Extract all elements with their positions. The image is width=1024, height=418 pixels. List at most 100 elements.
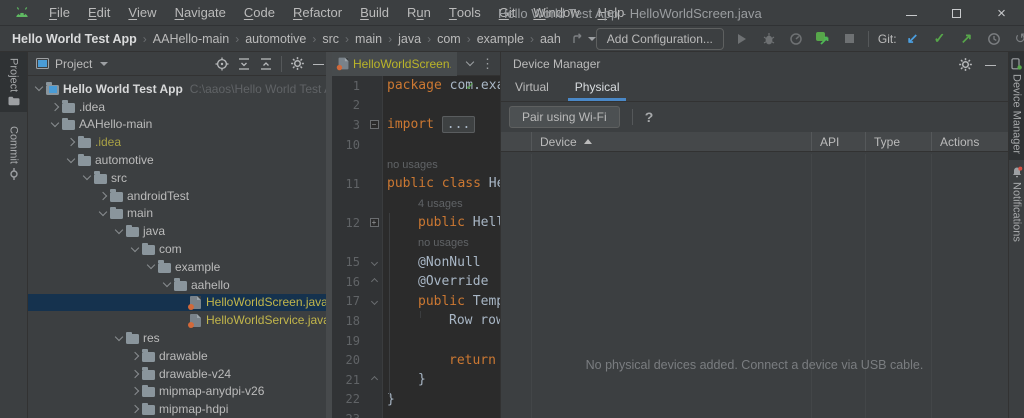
gear-icon[interactable] [290,56,305,71]
breadcrumb-item[interactable]: com [437,32,461,46]
help-icon[interactable]: ? [645,109,654,125]
chevron-collapsed-icon[interactable] [128,353,142,359]
history-clock-icon[interactable] [985,30,1003,48]
kebab-icon[interactable]: ⋮ [481,56,494,72]
pair-wifi-button[interactable]: Pair using Wi-Fi [509,106,620,128]
tree-item[interactable]: drawable-v24 [28,365,326,383]
chevron-collapsed-icon[interactable] [48,104,62,110]
close-button[interactable]: × [979,0,1024,26]
tree-item[interactable]: res [28,329,326,347]
stripe-tab-commit[interactable]: Commit [0,120,27,186]
column-actions[interactable]: Actions [931,132,1008,151]
tree-item[interactable]: example [28,258,326,276]
hide-icon[interactable] [313,64,324,65]
fold-marker[interactable] [366,292,383,312]
tab-physical[interactable]: Physical [575,80,620,101]
menu-code[interactable]: Code [235,0,284,25]
menu-file[interactable]: File [40,0,79,25]
chevron-collapsed-icon[interactable] [96,193,110,199]
menu-refactor[interactable]: Refactor [284,0,351,25]
tree-item[interactable]: mipmap-hdpi [28,400,326,418]
fold-marker[interactable]: − [366,115,383,135]
project-panel-title[interactable]: Project [55,57,92,71]
tree-item[interactable]: main [28,205,326,223]
rollback-icon[interactable]: ↺ [1012,30,1024,48]
fold-marker[interactable] [366,370,383,390]
stripe-tab-device-manager[interactable]: Device Manager [1009,52,1024,160]
fold-marker[interactable] [366,252,383,272]
fold-marker[interactable]: + [366,213,383,233]
chevron-expanded-icon[interactable] [128,248,142,251]
breadcrumb-item[interactable]: aah [540,32,561,46]
debug-icon[interactable] [760,30,778,48]
chevron-expanded-icon[interactable] [80,176,94,179]
locate-icon[interactable] [215,57,229,71]
menu-view[interactable]: View [119,0,165,25]
menu-edit[interactable]: Edit [79,0,119,25]
menu-build[interactable]: Build [351,0,398,25]
chevron-expanded-icon[interactable] [160,283,174,286]
column-api[interactable]: API [811,132,865,151]
chevron-down-icon[interactable] [100,62,108,66]
editor-tab-helloworldscreen[interactable]: HelloWorldScreen.java [332,52,457,76]
breadcrumb-item[interactable]: AAHello-main [153,32,229,46]
chevron-expanded-icon[interactable] [48,123,62,126]
tree-item[interactable]: src [28,169,326,187]
breadcrumb-item[interactable]: Hello World Test App [12,32,137,46]
tree-item[interactable]: aahello [28,276,326,294]
tree-item[interactable]: mipmap-anydpi-v26 [28,383,326,401]
column-device[interactable]: Device [531,132,811,151]
hide-icon[interactable] [985,65,996,66]
tree-item[interactable]: com [28,240,326,258]
chevron-down-icon[interactable] [466,58,474,66]
column-type[interactable]: Type [865,132,931,151]
fold-marker[interactable] [366,272,383,292]
menu-tools[interactable]: Tools [440,0,490,25]
update-project-icon[interactable]: ↙ [904,30,922,48]
attach-debugger-icon[interactable] [814,30,832,48]
gear-icon[interactable] [958,57,973,72]
tree-item[interactable]: automotive [28,151,326,169]
menu-run[interactable]: Run [398,0,440,25]
tree-item[interactable]: HelloWorldService.java [28,311,326,329]
expand-all-icon[interactable] [237,57,251,71]
breadcrumb-item[interactable]: main [355,32,382,46]
breadcrumb-item[interactable]: automotive [245,32,306,46]
chevron-expanded-icon[interactable] [64,159,78,162]
run-icon[interactable] [733,30,751,48]
add-configuration-button[interactable]: Add Configuration... [596,28,724,50]
stripe-tab-project[interactable]: Project [0,52,27,112]
menu-navigate[interactable]: Navigate [166,0,235,25]
tree-item[interactable]: java [28,222,326,240]
commit-check-icon[interactable]: ✓ [931,30,949,48]
code-editor[interactable]: 1package com.example.aahello;23−import .… [332,76,500,418]
inspections-ok-icon[interactable]: ✓ [466,79,474,94]
tree-item[interactable]: Hello World Test AppC:\aaos\Hello World … [28,80,326,98]
push-icon[interactable]: ↗ [958,30,976,48]
chevron-expanded-icon[interactable] [32,87,46,90]
chevron-expanded-icon[interactable] [96,212,110,215]
breadcrumb-item[interactable]: java [398,32,421,46]
breadcrumb-item[interactable]: src [322,32,339,46]
tree-item[interactable]: .idea [28,98,326,116]
profiler-icon[interactable] [787,30,805,48]
collapse-all-icon[interactable] [259,57,273,71]
tree-item[interactable]: .idea [28,133,326,151]
tree-item[interactable]: AAHello-main [28,116,326,134]
chevron-expanded-icon[interactable] [144,265,158,268]
chevron-expanded-icon[interactable] [112,337,126,340]
maximize-button[interactable] [934,0,979,26]
tree-item[interactable]: androidTest [28,187,326,205]
stop-icon[interactable] [841,30,859,48]
minimize-button[interactable] [889,0,934,26]
chevron-collapsed-icon[interactable] [128,371,142,377]
chevron-collapsed-icon[interactable] [128,406,142,412]
chevron-expanded-icon[interactable] [112,230,126,233]
chevron-collapsed-icon[interactable] [128,388,142,394]
tab-virtual[interactable]: Virtual [515,80,549,101]
stripe-tab-notifications[interactable]: Notifications [1009,160,1024,248]
tree-item[interactable]: HelloWorldScreen.java [28,294,326,312]
breadcrumb-item[interactable]: example [477,32,524,46]
tree-item[interactable]: drawable [28,347,326,365]
chevron-collapsed-icon[interactable] [64,139,78,145]
